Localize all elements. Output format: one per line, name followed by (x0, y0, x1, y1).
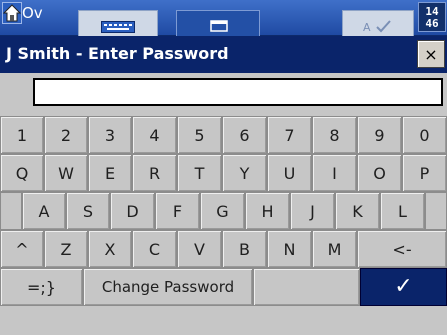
key-4[interactable]: 4 (132, 116, 177, 154)
close-icon: × (424, 44, 438, 64)
key-i[interactable]: I (312, 154, 357, 192)
enter-button[interactable]: ✓ (360, 268, 447, 306)
password-input[interactable] (33, 78, 443, 106)
taskbar: Ov A 14 46 (0, 0, 447, 36)
key-s[interactable]: S (66, 192, 110, 230)
key-r[interactable]: R (132, 154, 177, 192)
key-3[interactable]: 3 (88, 116, 132, 154)
key-0[interactable]: 0 (402, 116, 447, 154)
key-y[interactable]: Y (222, 154, 267, 192)
key-k[interactable]: K (335, 192, 380, 230)
checkmark-icon: ✓ (394, 274, 413, 299)
taskbar-item-window[interactable] (176, 10, 260, 36)
key-h[interactable]: H (245, 192, 290, 230)
key-v[interactable]: V (177, 230, 222, 268)
key-m[interactable]: M (312, 230, 357, 268)
home-button[interactable] (2, 2, 22, 24)
key-t[interactable]: T (177, 154, 222, 192)
key-w[interactable]: W (44, 154, 88, 192)
key-8[interactable]: 8 (312, 116, 357, 154)
key-g[interactable]: G (200, 192, 245, 230)
key-d[interactable]: D (110, 192, 155, 230)
key-q[interactable]: Q (0, 154, 44, 192)
taskbar-item-check[interactable]: A (342, 10, 414, 36)
close-button[interactable]: × (417, 40, 445, 68)
backspace-key[interactable]: <- (357, 230, 447, 268)
keyboard-footer (0, 306, 447, 335)
key-u[interactable]: U (267, 154, 312, 192)
key-5[interactable]: 5 (177, 116, 222, 154)
key-b[interactable]: B (222, 230, 267, 268)
key-a[interactable]: A (22, 192, 66, 230)
key-z[interactable]: Z (44, 230, 88, 268)
key-f[interactable]: F (155, 192, 200, 230)
symbols-key[interactable]: =;} (0, 268, 83, 306)
clock: 14 46 (418, 2, 446, 32)
svg-text:A: A (363, 21, 371, 33)
key-e[interactable]: E (88, 154, 132, 192)
dialog-title-bar: J Smith - Enter Password × (0, 36, 447, 73)
dialog-title: J Smith - Enter Password (6, 44, 229, 63)
key-j[interactable]: J (290, 192, 335, 230)
taskbar-item-keyboard[interactable] (78, 10, 158, 36)
key-9[interactable]: 9 (357, 116, 402, 154)
key-n[interactable]: N (267, 230, 312, 268)
check-icon: A (363, 20, 391, 33)
key-1[interactable]: 1 (0, 116, 44, 154)
key-7[interactable]: 7 (267, 116, 312, 154)
key-l[interactable]: L (380, 192, 425, 230)
change-password-button[interactable]: Change Password (83, 268, 253, 306)
password-dialog: J Smith - Enter Password × 1 2 3 4 5 6 7… (0, 36, 447, 335)
key-2[interactable]: 2 (44, 116, 88, 154)
row3-right-spacer (425, 192, 447, 230)
window-icon (210, 20, 228, 32)
key-6[interactable]: 6 (222, 116, 267, 154)
home-icon (2, 4, 22, 22)
clock-minute: 46 (425, 17, 439, 30)
row3-left-spacer (0, 192, 22, 230)
key-c[interactable]: C (132, 230, 177, 268)
shift-key[interactable]: ^ (0, 230, 44, 268)
key-o[interactable]: O (357, 154, 402, 192)
space-key[interactable] (253, 268, 360, 306)
taskbar-title: Ov (22, 4, 43, 22)
key-p[interactable]: P (402, 154, 447, 192)
keyboard-icon (101, 21, 135, 33)
key-x[interactable]: X (88, 230, 132, 268)
